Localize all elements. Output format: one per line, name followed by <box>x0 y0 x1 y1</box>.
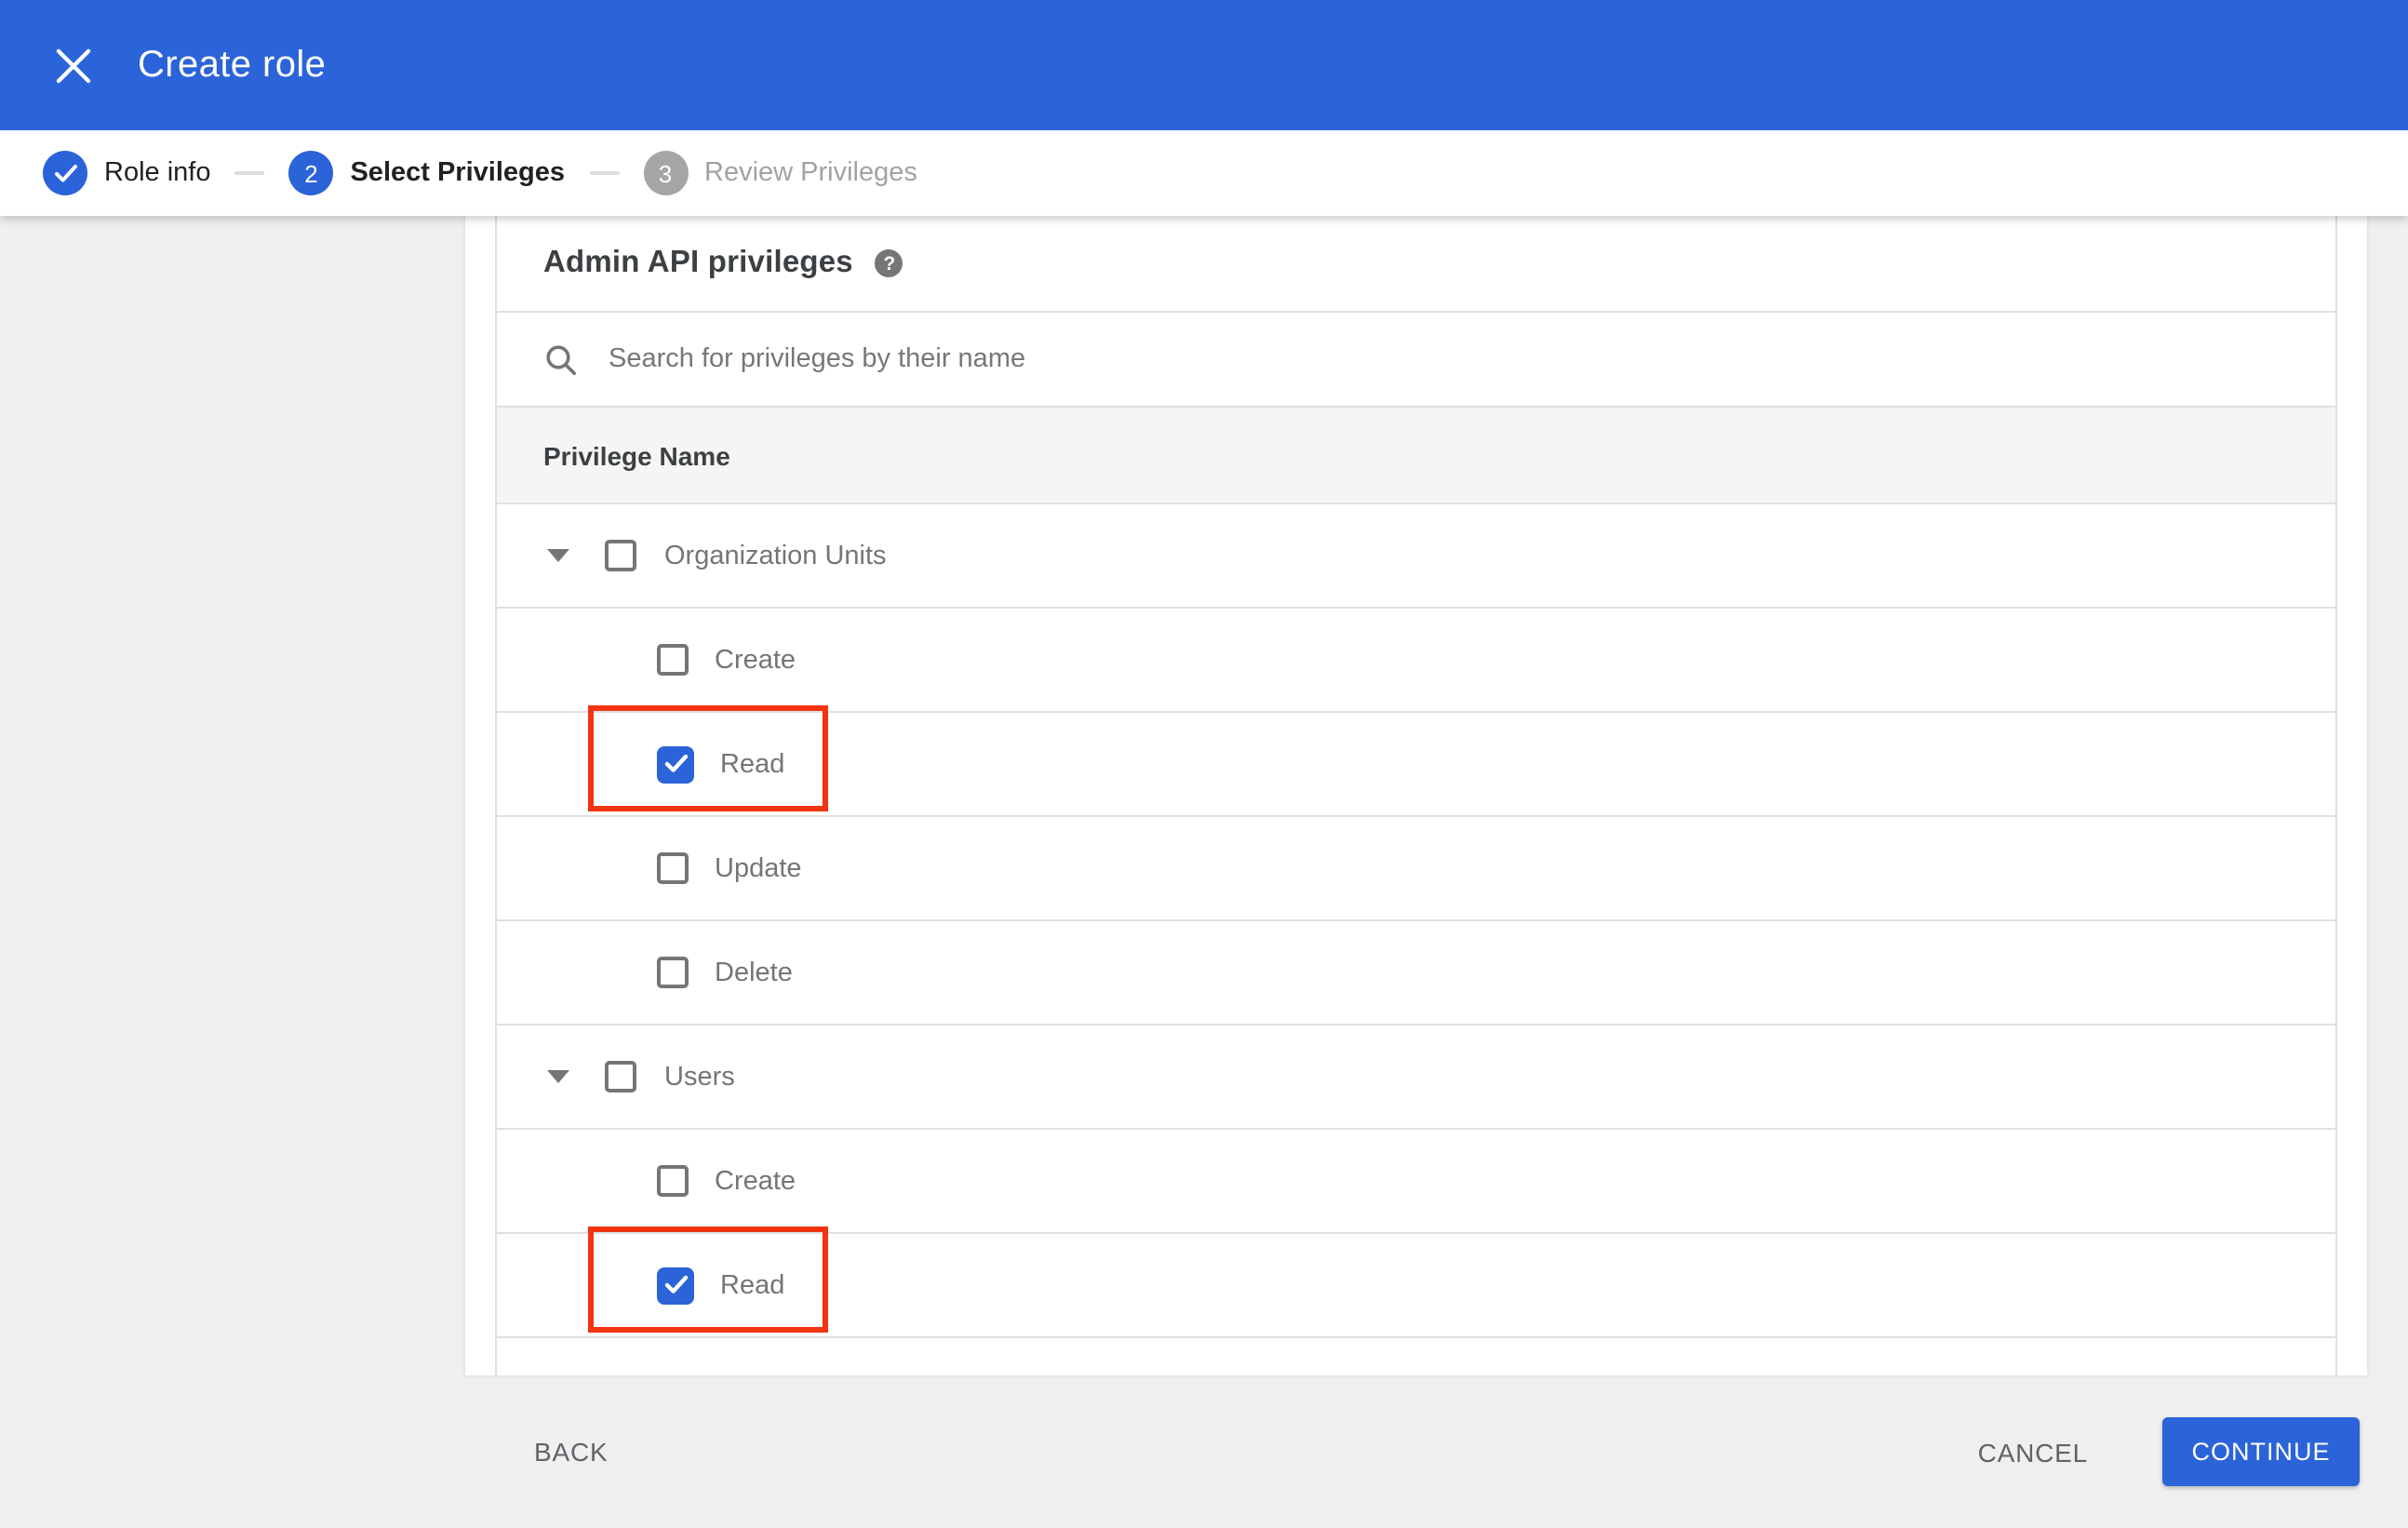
privilege-row-users-create: Create <box>497 1130 2335 1234</box>
table-header: Privilege Name <box>497 406 2335 504</box>
red-highlight-box <box>588 704 828 811</box>
step-number: 2 <box>288 151 334 195</box>
section-header: Admin API privileges ? <box>497 216 2335 313</box>
ou-delete-checkbox[interactable] <box>657 957 689 988</box>
cancel-button[interactable]: CANCEL <box>1967 1418 2099 1485</box>
privilege-label: Organization Units <box>664 541 887 570</box>
step-role-info[interactable]: Role info <box>43 151 210 195</box>
privilege-row-ou-read: Read <box>497 704 2335 817</box>
back-button[interactable]: BACK <box>523 1418 619 1485</box>
users-create-checkbox[interactable] <box>657 1165 689 1197</box>
collapse-arrow-icon[interactable] <box>547 1070 569 1083</box>
privilege-row-organization-units: Organization Units <box>497 504 2335 609</box>
step-separator <box>589 171 619 175</box>
privilege-row-ou-update: Update <box>497 817 2335 921</box>
privilege-label: Users <box>664 1062 735 1092</box>
privilege-row-users: Users <box>497 1025 2335 1130</box>
continue-button[interactable]: CONTINUE <box>2162 1417 2360 1486</box>
users-read-checkbox-checked[interactable] <box>657 1267 694 1304</box>
dialog-title: Create role <box>138 44 327 85</box>
column-header-privilege-name: Privilege Name <box>543 440 730 470</box>
ou-create-checkbox[interactable] <box>657 644 689 676</box>
step-number: 3 <box>643 151 688 195</box>
step-label: Review Privileges <box>704 158 917 188</box>
search-icon <box>546 344 576 374</box>
check-icon <box>43 151 87 195</box>
main-area: Admin API privileges ? Search for privil… <box>0 216 2408 1528</box>
privilege-label: Update <box>715 853 802 883</box>
search-placeholder: Search for privileges by their name <box>609 344 1026 374</box>
privilege-row-ou-delete: Delete <box>497 921 2335 1025</box>
step-separator <box>234 171 265 175</box>
privilege-row-users-read: Read <box>497 1226 2335 1338</box>
create-role-dialog: Create role Role info 2 Select Privilege… <box>0 0 2408 1528</box>
check-icon <box>663 1275 688 1293</box>
ou-read-checkbox-checked[interactable] <box>657 745 694 783</box>
close-icon[interactable] <box>50 43 95 87</box>
step-select-privileges[interactable]: 2 Select Privileges <box>288 151 565 195</box>
privileges-search-input[interactable]: Search for privileges by their name <box>497 313 2335 406</box>
help-icon[interactable]: ? <box>875 249 903 277</box>
dialog-header: Create role <box>0 0 2408 130</box>
privilege-row-ou-create: Create <box>497 609 2335 713</box>
privilege-label: Create <box>715 1166 796 1196</box>
privileges-panel: Admin API privileges ? Search for privil… <box>495 216 2337 1375</box>
privilege-label: Read <box>720 749 785 779</box>
step-review-privileges[interactable]: 3 Review Privileges <box>643 151 917 195</box>
red-highlight-box <box>588 1226 828 1332</box>
step-label: Select Privileges <box>350 158 565 188</box>
section-title: Admin API privileges <box>543 246 853 279</box>
privileges-card: Admin API privileges ? Search for privil… <box>465 216 2367 1375</box>
users-checkbox[interactable] <box>605 1061 636 1092</box>
wizard-stepper: Role info 2 Select Privileges 3 Review P… <box>0 130 2408 216</box>
ou-update-checkbox[interactable] <box>657 852 689 884</box>
collapse-arrow-icon[interactable] <box>547 549 569 562</box>
privilege-label: Read <box>720 1270 785 1300</box>
step-label: Role info <box>104 158 211 188</box>
privilege-label: Create <box>715 645 796 675</box>
check-icon <box>663 754 688 772</box>
organization-units-checkbox[interactable] <box>605 540 636 571</box>
privilege-label: Delete <box>715 958 793 987</box>
footer-actions: BACK CANCEL CONTINUE <box>0 1375 2408 1528</box>
